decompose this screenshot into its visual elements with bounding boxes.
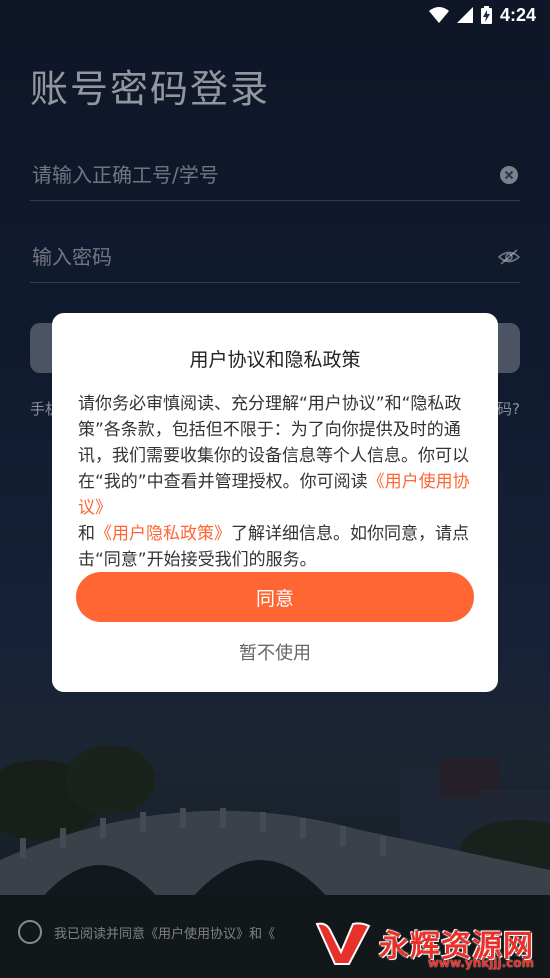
status-bar: 4:24 [0,0,550,30]
agree-radio[interactable] [18,920,42,944]
dialog-title: 用户协议和隐私政策 [189,349,361,371]
account-field[interactable] [30,150,520,201]
password-input[interactable] [30,244,454,270]
decline-button[interactable]: 暂不使用 [52,639,498,665]
privacy-dialog: 用户协议和隐私政策 请你务必审慎阅读、充分理解“用户协议”和“隐私政策”各条款，… [52,313,498,692]
signal-icon [456,7,473,23]
wifi-icon [428,7,449,23]
dialog-body-and: 和 [78,524,95,544]
agreement-text: 我已阅读并同意《用户使用协议》和《 [54,926,276,942]
login-title: 账号密码登录 [30,67,271,111]
watermark-url: www.yhkjjj.com [427,956,534,970]
account-input[interactable] [30,162,454,188]
forgot-password-link[interactable]: 码? [497,398,520,419]
agree-button[interactable]: 同意 [76,572,474,622]
agreement-row: 我已阅读并同意《用户使用协议》和《 [18,920,275,944]
watermark: 永辉资源网 www.yhkjjj.com [313,918,534,970]
watermark-logo-icon [315,922,371,965]
clear-icon[interactable] [498,164,520,186]
password-field[interactable] [30,232,520,283]
battery-charging-icon [480,6,492,24]
status-time: 4:24 [499,4,536,25]
eye-off-icon[interactable] [498,246,520,268]
privacy-policy-link[interactable]: 《用户隐私政策》 [95,524,231,544]
dialog-body: 请你务必审慎阅读、充分理解“用户协议”和“隐私政策”各条款，包括但不限于：为了向… [78,391,476,573]
